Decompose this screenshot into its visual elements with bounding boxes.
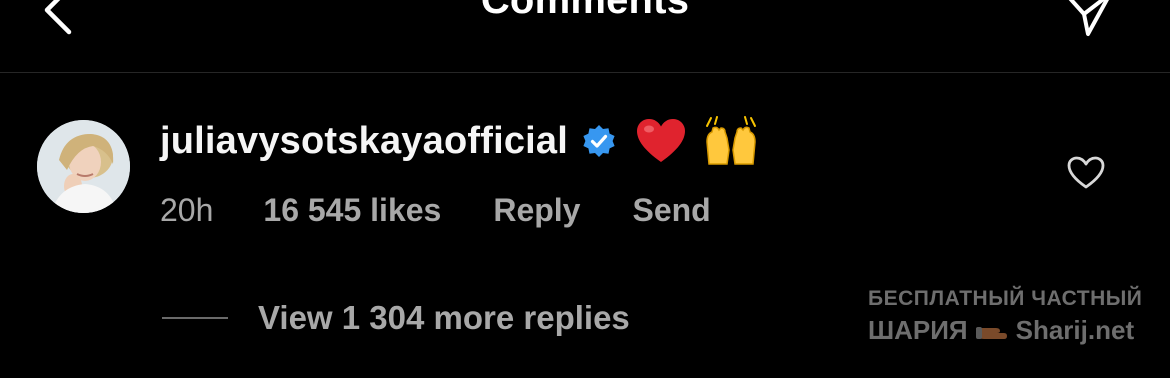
verified-badge-icon bbox=[583, 125, 615, 157]
avatar[interactable] bbox=[37, 120, 130, 213]
pointing-hand-icon bbox=[975, 326, 1007, 339]
comments-screen: Comments juliavysotskayaofficial 20h 16 … bbox=[0, 0, 1170, 378]
view-replies-button[interactable]: View 1 304 more replies bbox=[162, 296, 630, 340]
reply-button[interactable]: Reply bbox=[493, 192, 580, 229]
watermark-left: ШАРИЯ bbox=[868, 315, 968, 345]
paper-plane-icon bbox=[1068, 0, 1109, 36]
comment-text bbox=[636, 116, 759, 166]
view-replies-label: View 1 304 more replies bbox=[258, 299, 630, 336]
replies-divider bbox=[162, 317, 228, 319]
watermark: БЕСПЛАТНЫЙ ЧАСТНЫЙ ШАРИЯ Sharij.net bbox=[868, 287, 1148, 357]
header-bar: Comments bbox=[0, 0, 1170, 73]
comment-header: juliavysotskayaofficial bbox=[160, 113, 759, 169]
likes-count[interactable]: 16 545 likes bbox=[263, 192, 441, 229]
page-title: Comments bbox=[480, 0, 690, 22]
comment-timestamp: 20h bbox=[160, 191, 214, 228]
avatar-photo bbox=[37, 120, 130, 213]
watermark-right: Sharij.net bbox=[1015, 315, 1135, 345]
comment-username[interactable]: juliavysotskayaofficial bbox=[160, 120, 568, 163]
watermark-line2: ШАРИЯ Sharij.net bbox=[868, 315, 1148, 346]
red-heart-icon bbox=[637, 119, 686, 162]
watermark-line1: БЕСПЛАТНЫЙ ЧАСТНЫЙ bbox=[868, 287, 1143, 310]
heart-outline-icon bbox=[1067, 156, 1105, 189]
send-button[interactable]: Send bbox=[632, 192, 710, 229]
comment-meta: 20h 16 545 likes Reply Send bbox=[160, 188, 711, 232]
like-comment-button[interactable] bbox=[1064, 152, 1108, 194]
share-button[interactable] bbox=[1060, 0, 1116, 40]
raising-hands-icon bbox=[706, 116, 757, 165]
